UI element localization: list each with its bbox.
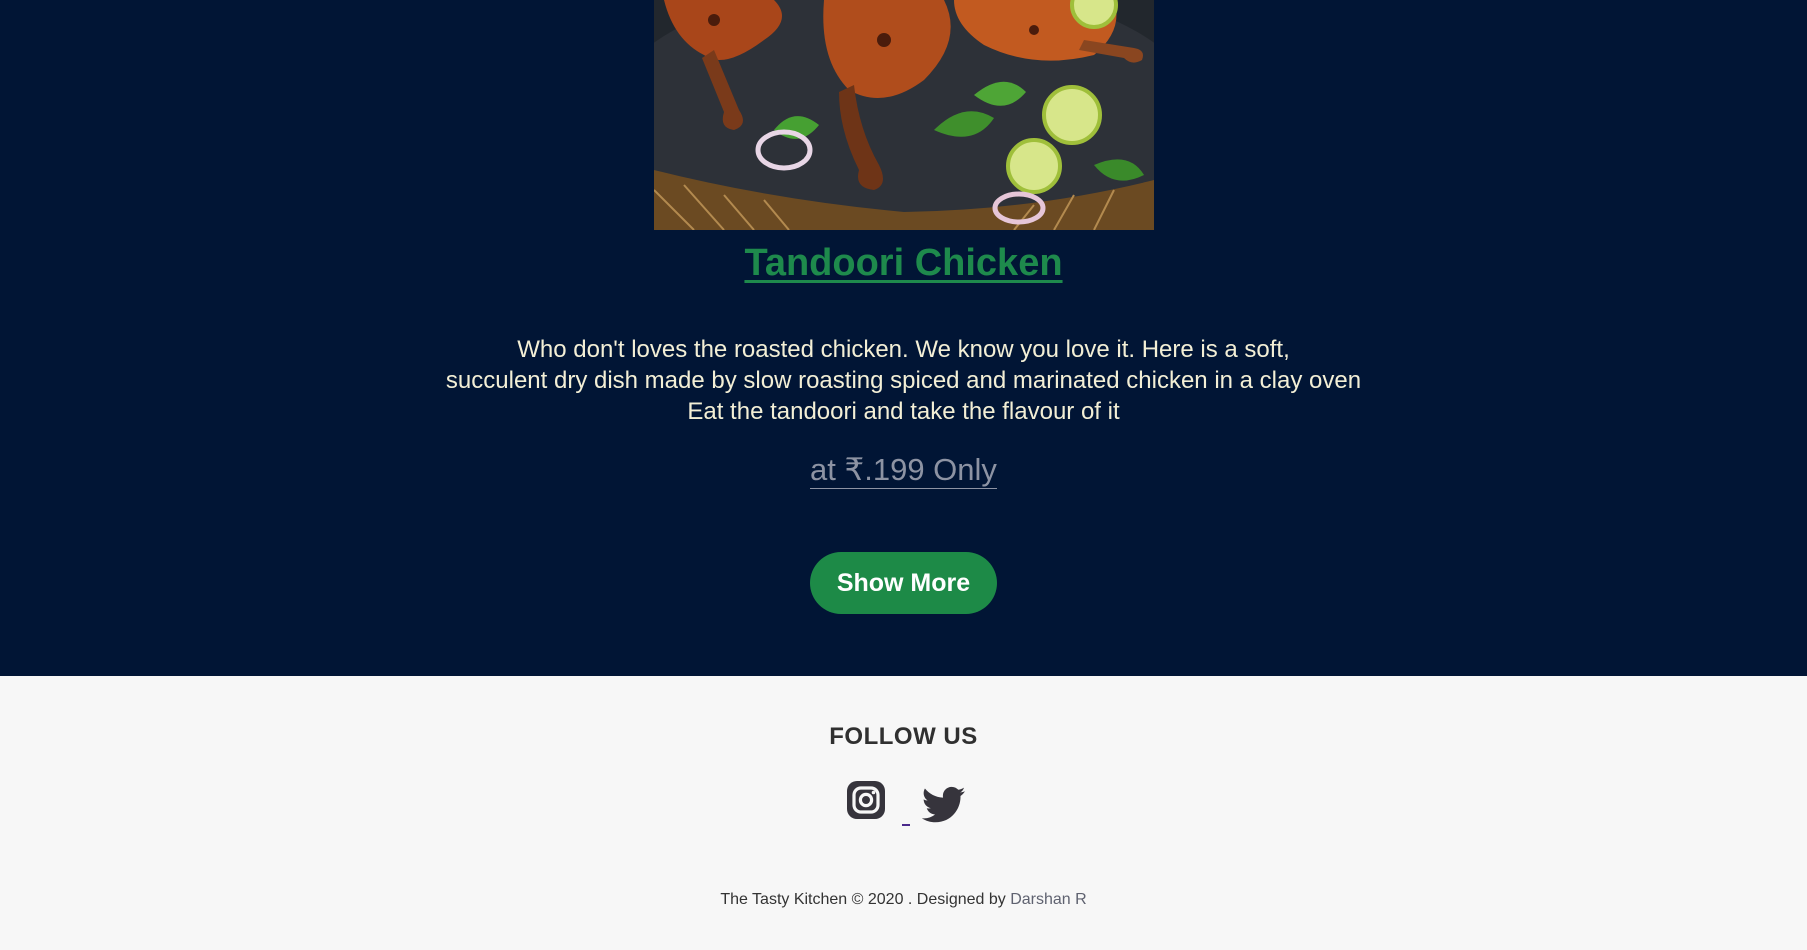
link-underline: [902, 824, 910, 826]
dish-section: Tandoori Chicken Who don't loves the roa…: [0, 0, 1807, 676]
copyright: The Tasty Kitchen © 2020 . Designed by D…: [0, 891, 1807, 909]
instagram-icon: [847, 781, 885, 819]
dish-title: Tandoori Chicken: [0, 238, 1807, 288]
description-line: succulent dry dish made by slow roasting…: [445, 367, 1362, 394]
price: at ₹.199 Only: [0, 450, 1807, 490]
show-more-button[interactable]: Show More: [810, 552, 997, 614]
dish-description: Who don't loves the roasted chicken. We …: [0, 334, 1807, 427]
instagram-link[interactable]: [846, 780, 886, 820]
follow-us-heading: FOLLOW US: [829, 723, 978, 750]
twitter-icon: [921, 786, 966, 823]
footer: FOLLOW US The Tasty Kitchen © 2020 . Des…: [0, 676, 1807, 950]
dish-image: [654, 0, 1154, 230]
price-text: at ₹.199 Only: [810, 452, 997, 489]
copyright-text: The Tasty Kitchen © 2020 . Designed by: [720, 891, 1011, 908]
twitter-link[interactable]: [921, 786, 966, 824]
description-line: Who don't loves the roasted chicken. We …: [517, 336, 1290, 363]
designer-link[interactable]: Darshan R: [1010, 891, 1086, 908]
description-line: Eat the tandoori and take the flavour of…: [687, 398, 1120, 425]
dish-title-link[interactable]: Tandoori Chicken: [744, 242, 1062, 284]
